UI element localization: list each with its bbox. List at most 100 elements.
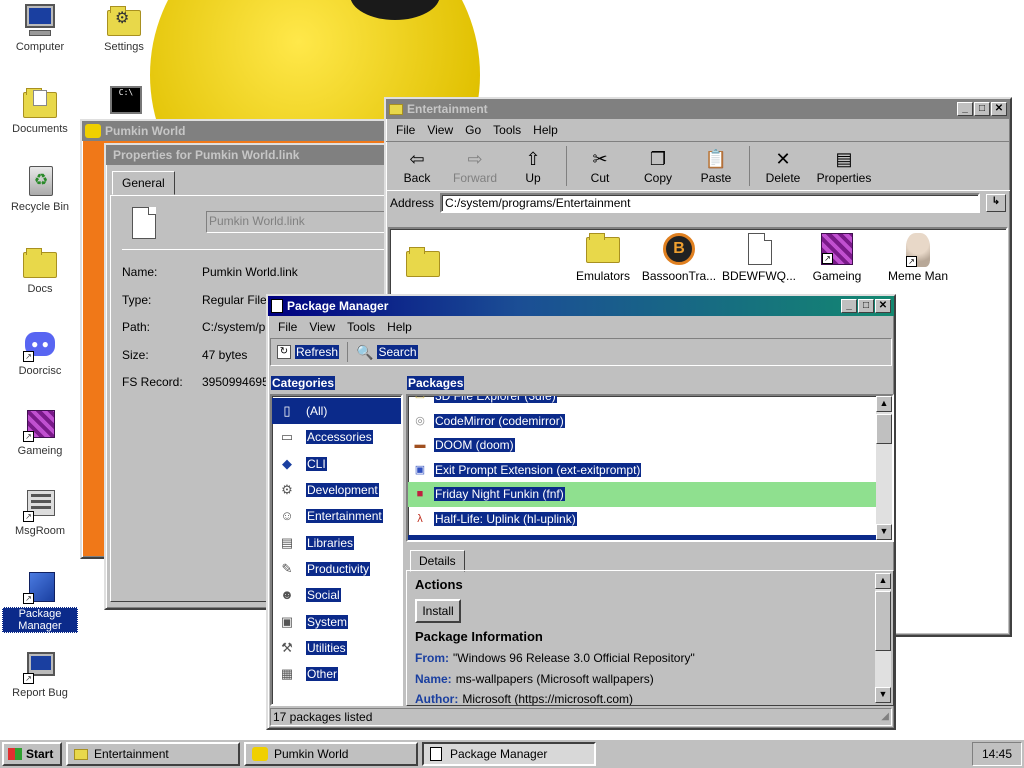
maximize-button[interactable]: □ (974, 102, 990, 116)
category-item[interactable]: ✎ Productivity (272, 556, 401, 582)
menu-tools[interactable]: Tools (341, 320, 381, 334)
search-button[interactable]: 🔍 Search (356, 343, 418, 361)
desktop-icon-documents[interactable]: Documents (2, 86, 78, 135)
file-icon (748, 233, 772, 265)
desktop-icon-settings[interactable]: ⚙ Settings (86, 4, 162, 53)
package-manager-toolbar: ↻ Refresh 🔍 Search (270, 338, 892, 366)
scroll-down-button[interactable]: ▼ (876, 524, 892, 540)
menu-help[interactable]: Help (381, 320, 418, 334)
details-tab[interactable]: Details (410, 550, 465, 572)
explorer-titlebar[interactable]: Entertainment _ □ ✕ (386, 99, 1010, 119)
taskbar-item-entertainment[interactable]: Entertainment (66, 742, 240, 766)
scroll-up-button[interactable]: ▲ (876, 396, 892, 412)
paste-button[interactable]: 📋 Paste (687, 147, 745, 185)
back-button[interactable]: ⇦ Back (388, 147, 446, 185)
search-icon: 🔍 (356, 343, 374, 360)
details-scrollbar[interactable]: ▲ ▼ (875, 573, 891, 703)
menu-file[interactable]: File (272, 320, 303, 334)
properties-titlebar[interactable]: Properties for Pumkin World.link (106, 145, 402, 165)
category-label: CLI (306, 456, 327, 471)
package-info-key: Name: (415, 671, 452, 686)
package-info-row: From: "Windows 96 Release 3.0 Official Re… (415, 651, 695, 665)
package-item[interactable]: ▬ DOOM (doom) (408, 433, 876, 458)
explorer-item-bassoontracker[interactable]: B BassoonTra... (640, 233, 718, 283)
category-item[interactable]: ▯ (All) (272, 398, 401, 425)
scissors-icon: ✂ (592, 149, 608, 169)
taskbar-item-pumkin-world[interactable]: Pumkin World (244, 742, 418, 766)
delete-button[interactable]: ✕ Delete (754, 147, 812, 185)
category-item[interactable]: ▦ Other (272, 661, 401, 687)
explorer-item-meme-man[interactable]: ↗ Meme Man (882, 233, 954, 283)
desktop-icon-terminal[interactable]: C:\ (103, 84, 143, 121)
taskbar: Start Entertainment Pumkin World Package… (0, 738, 1024, 768)
explorer-item-gameing[interactable]: ↗ Gameing (802, 233, 872, 283)
menu-view[interactable]: View (421, 123, 459, 137)
desktop-icon-recycle-bin[interactable]: ♻ Recycle Bin (2, 164, 78, 213)
social-icon: ☻ (280, 587, 294, 603)
discord-icon: ● ● ↗ (23, 328, 57, 362)
scroll-thumb[interactable] (876, 414, 892, 444)
go-button[interactable]: ↳ (986, 194, 1006, 212)
package-manager-titlebar[interactable]: Package Manager _ □ ✕ (268, 296, 894, 316)
category-item[interactable]: ⚙ Development (272, 477, 401, 503)
category-label: Other (306, 667, 339, 682)
properties-button[interactable]: ▤ Properties (812, 147, 876, 185)
scroll-up-button[interactable]: ▲ (875, 573, 891, 589)
filename-input[interactable]: Pumkin World.link (206, 211, 406, 233)
field-label: Name: (122, 265, 158, 279)
package-item[interactable]: ▣ Exit Prompt Extension (ext-exitprompt) (408, 458, 876, 483)
category-item[interactable]: ⚒ Utilities (272, 635, 401, 661)
packages-scrollbar[interactable]: ▲ ▼ (876, 396, 892, 540)
package-item[interactable]: λ Half-Life: Uplink (hl-uplink) (408, 507, 876, 532)
package-item[interactable]: ■ Friday Night Funkin (fnf) (408, 482, 876, 507)
desktop-icon-gameing[interactable]: ↗ Gameing (2, 408, 78, 457)
scroll-thumb[interactable] (875, 591, 891, 651)
category-label: Entertainment (306, 509, 383, 524)
cube-blue-icon: ▣ (414, 463, 426, 476)
menu-help[interactable]: Help (527, 123, 564, 137)
field-value: Pumkin World.link (202, 265, 298, 279)
category-item[interactable]: ☻ Social (272, 582, 401, 608)
maximize-button[interactable]: □ (858, 299, 874, 313)
menu-tools[interactable]: Tools (487, 123, 527, 137)
desktop-icon-report-bug[interactable]: ↗ Report Bug (2, 650, 78, 699)
menu-go[interactable]: Go (459, 123, 487, 137)
desktop-icon-package-manager[interactable]: ↗ Package Manager (2, 570, 78, 633)
desktop-icon-docs[interactable]: Docs (2, 246, 78, 295)
properties-tab-general[interactable]: General (112, 171, 175, 195)
category-item[interactable]: ▭ Accessories (272, 424, 401, 450)
category-item[interactable]: ▣ System (272, 608, 401, 634)
menu-file[interactable]: File (390, 123, 421, 137)
explorer-item-bdewfwq[interactable]: BDEWFWQ... (720, 233, 798, 283)
package-info-value: Microsoft (https://microsoft.com) (462, 692, 634, 706)
taskbar-item-package-manager[interactable]: Package Manager (422, 742, 596, 766)
scroll-down-button[interactable]: ▼ (875, 687, 891, 703)
copy-button[interactable]: ❐ Copy (629, 147, 687, 185)
desktop-icon-doorcisc[interactable]: ● ● ↗ Doorcisc (2, 328, 78, 377)
close-button[interactable]: ✕ (875, 299, 891, 313)
explorer-item-emulators[interactable]: Emulators (568, 233, 638, 283)
desktop-icon-computer[interactable]: Computer (2, 4, 78, 53)
all-icon: ▯ (283, 403, 291, 419)
refresh-button[interactable]: ↻ Refresh (277, 345, 340, 359)
package-item[interactable]: ▭ 3D File Explorer (3dfe) (408, 396, 876, 409)
package-manager-window[interactable]: Package Manager _ □ ✕ File View Tools He… (266, 294, 896, 730)
category-item[interactable]: ▤ Libraries (272, 529, 401, 555)
category-item[interactable]: ☺ Entertainment (272, 503, 401, 529)
explorer-item-folder[interactable] (406, 245, 446, 279)
package-item[interactable]: ◎ CodeMirror (codemirror) (408, 409, 876, 434)
desktop-icon-msgroom[interactable]: ↗ MsgRoom (2, 488, 78, 537)
address-input[interactable]: C:/system/programs/Entertainment (440, 193, 980, 213)
start-button[interactable]: Start (2, 742, 62, 766)
close-button[interactable]: ✕ (991, 102, 1007, 116)
minimize-button[interactable]: _ (841, 299, 857, 313)
forward-button[interactable]: ⇨ Forward (446, 147, 504, 185)
minimize-button[interactable]: _ (957, 102, 973, 116)
install-button[interactable]: Install (415, 599, 461, 623)
resize-grip-icon[interactable]: ◢ (881, 709, 889, 725)
field-label: Size: (122, 347, 149, 362)
cut-button[interactable]: ✂ Cut (571, 147, 629, 185)
category-item[interactable]: ◆ CLI (272, 451, 401, 477)
menu-view[interactable]: View (303, 320, 341, 334)
up-button[interactable]: ⇧ Up (504, 147, 562, 185)
